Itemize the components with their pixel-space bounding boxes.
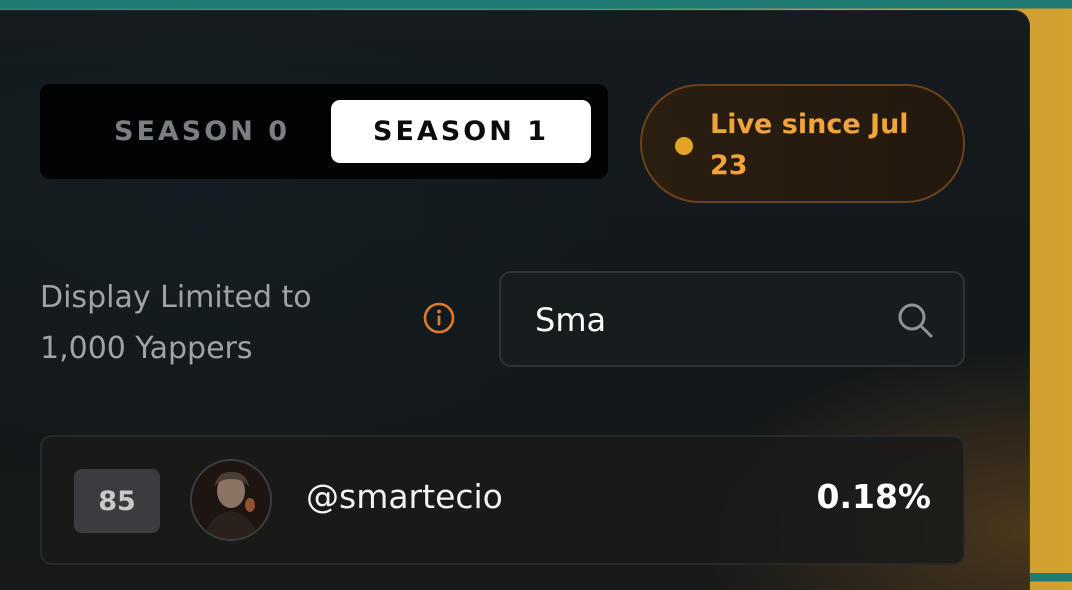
share-percent: 0.18% [816,477,932,516]
search-input[interactable] [533,293,877,347]
live-dot-icon [675,137,693,155]
info-icon[interactable] [422,301,456,335]
search-box [499,271,965,367]
search-icon[interactable] [895,300,935,340]
user-handle[interactable]: @smartecio [306,477,503,516]
live-status-badge: Live since Jul 23 [640,84,965,203]
live-status-text: Live since Jul 23 [710,109,909,181]
rank-badge: 85 [74,469,160,533]
display-limit-note: Display Limited to 1,000 Yappers [40,280,312,366]
avatar [190,459,272,541]
leaderboard-panel: SEASON 0 SEASON 1 Live since Jul 23 Disp… [0,10,1030,590]
season-tabs: SEASON 0 SEASON 1 [40,84,608,179]
avatar-portrait-icon [192,461,270,539]
tab-season-1[interactable]: SEASON 1 [331,100,591,163]
table-row[interactable]: 85 @smartecio 0.18% [40,435,965,565]
tab-season-0[interactable]: SEASON 0 [72,100,332,163]
